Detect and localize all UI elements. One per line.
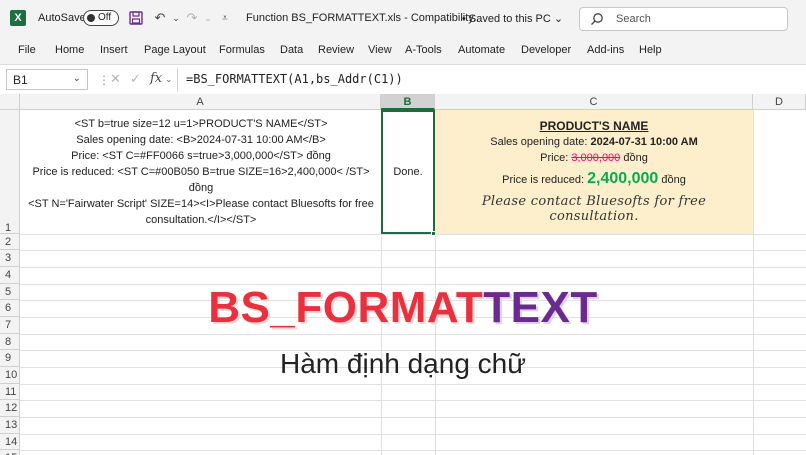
tab-developer[interactable]: Developer xyxy=(521,44,571,56)
date-label: Sales opening date: xyxy=(490,136,591,148)
cell-b1-selected[interactable]: Done. xyxy=(381,110,435,234)
row-header-15[interactable]: 15 xyxy=(0,450,20,455)
worksheet-grid: A B C D 1 2 3 4 5 6 7 8 9 10 11 12 13 14… xyxy=(0,94,806,455)
price-label: Price: xyxy=(540,152,572,164)
cell-a1-line: Sales opening date: <B>2024-07-31 10:00 … xyxy=(76,134,326,146)
row-header-2[interactable]: 2 xyxy=(0,234,20,250)
insert-function-icon[interactable]: fx xyxy=(150,71,162,86)
search-icon xyxy=(591,13,603,25)
banner-title-part2: TEXT xyxy=(483,283,598,332)
cell-a1-line: Price is reduced: <ST C=#00B050 B=true S… xyxy=(32,166,370,194)
tab-formulas[interactable]: Formulas xyxy=(219,44,265,56)
tab-view[interactable]: View xyxy=(368,44,392,56)
gridline xyxy=(20,417,806,418)
tab-file[interactable]: File xyxy=(18,44,36,56)
column-header-a[interactable]: A xyxy=(20,94,381,110)
price-line: Price: 3,000,000 đồng xyxy=(435,152,753,164)
redo-dropdown-icon[interactable]: ⌄ xyxy=(200,10,216,26)
excel-logo-icon: X xyxy=(10,10,26,26)
cell-a1[interactable]: <ST b=true size=12 u=1>PRODUCT'S NAME</S… xyxy=(21,111,381,233)
autosave-label: AutoSave xyxy=(38,12,86,24)
gridline xyxy=(20,250,806,251)
name-box-value: B1 xyxy=(13,73,28,87)
cell-c1[interactable]: PRODUCT'S NAME Sales opening date: 2024-… xyxy=(435,110,753,234)
gridline xyxy=(20,400,806,401)
select-all-corner[interactable] xyxy=(0,94,20,110)
gridline xyxy=(20,267,806,268)
cell-a1-line: <ST N='Fairwater Script' SIZE=14><I>Plea… xyxy=(28,198,374,210)
date-value: 2024-07-31 10:00 AM xyxy=(590,136,698,148)
name-box[interactable]: B1 ⌄ xyxy=(6,69,88,90)
save-icon[interactable] xyxy=(128,10,144,26)
undo-dropdown-icon[interactable]: ⌄ xyxy=(168,10,184,26)
price-new: 2,400,000 xyxy=(587,170,659,187)
gridline xyxy=(20,450,806,451)
customize-qat-icon[interactable]: ⩡ xyxy=(217,10,233,26)
tab-home[interactable]: Home xyxy=(55,44,84,56)
column-header-d[interactable]: D xyxy=(753,94,806,110)
row-header-13[interactable]: 13 xyxy=(0,417,20,434)
autosave-toggle[interactable]: Off xyxy=(83,10,119,26)
row-header-3[interactable]: 3 xyxy=(0,250,20,267)
gridline xyxy=(20,434,806,435)
reduced-label: Price is reduced: xyxy=(502,174,588,186)
enter-check-icon[interactable]: ✓ xyxy=(130,71,141,87)
row-header-1[interactable]: 1 xyxy=(0,110,20,234)
cell-b1-value: Done. xyxy=(393,166,423,178)
column-header-c[interactable]: C xyxy=(435,94,753,110)
banner-subtitle: Hàm định dạng chữ xyxy=(280,348,526,379)
row-header-4[interactable]: 4 xyxy=(0,267,20,284)
reduced-price-line: Price is reduced: 2,400,000 đồng xyxy=(435,170,753,188)
sales-opening-date: Sales opening date: 2024-07-31 10:00 AM xyxy=(435,136,753,148)
price-old: 3,000,000 xyxy=(571,152,621,164)
gridline xyxy=(20,384,806,385)
cancel-icon[interactable]: ✕ xyxy=(110,71,121,87)
search-placeholder: Search xyxy=(616,13,651,25)
tab-automate[interactable]: Automate xyxy=(458,44,505,56)
row-header-11[interactable]: 11 xyxy=(0,384,20,400)
ribbon-tabs: File Home Insert Page Layout Formulas Da… xyxy=(0,36,806,64)
contact-note: Please contact Bluesofts for free consul… xyxy=(481,194,707,224)
tab-help[interactable]: Help xyxy=(639,44,662,56)
toggle-knob-icon xyxy=(87,14,95,22)
formula-divider xyxy=(177,69,178,91)
gridline xyxy=(20,334,806,335)
search-box[interactable]: Search xyxy=(579,7,788,31)
chevron-down-icon[interactable]: ⌄ xyxy=(73,73,81,84)
formula-input[interactable]: =BS_FORMATTEXT(A1,bs_Addr(C1)) xyxy=(186,72,403,86)
toggle-state-label: Off xyxy=(98,12,112,23)
tab-a-tools[interactable]: A-Tools xyxy=(405,44,442,56)
formula-bar: B1 ⌄ ⋮ ✕ ✓ fx ⌄ =BS_FORMATTEXT(A1,bs_Add… xyxy=(0,64,806,94)
title-bar: X AutoSave Off ↶ ⌄ ↷ ⌄ ⩡ Function BS_FOR… xyxy=(0,0,806,36)
tab-data[interactable]: Data xyxy=(280,44,303,56)
currency: đồng xyxy=(620,152,648,164)
banner-title-part1: BS_FORMAT xyxy=(208,283,484,332)
tab-insert[interactable]: Insert xyxy=(100,44,128,56)
tab-review[interactable]: Review xyxy=(318,44,354,56)
currency: đồng xyxy=(658,174,686,186)
product-name-heading: PRODUCT'S NAME xyxy=(539,119,649,133)
cell-a1-line: consultation.</I></ST> xyxy=(145,214,257,226)
banner-title: BS_FORMATTEXT xyxy=(0,283,806,333)
row-header-14[interactable]: 14 xyxy=(0,434,20,450)
cell-a1-line: Price: <ST C=#FF0066 s=true>3,000,000</S… xyxy=(71,150,331,162)
drag-handle-icon[interactable]: ⋮ xyxy=(98,71,110,89)
gridline xyxy=(20,234,806,235)
save-status[interactable]: • Saved to this PC ⌄ xyxy=(462,12,563,25)
tab-add-ins[interactable]: Add-ins xyxy=(587,44,624,56)
redo-icon[interactable]: ↷ xyxy=(184,10,200,26)
row-header-12[interactable]: 12 xyxy=(0,400,20,417)
column-header-b[interactable]: B xyxy=(381,94,435,110)
fx-dropdown-icon[interactable]: ⌄ xyxy=(165,74,173,85)
document-title[interactable]: Function BS_FORMATTEXT.xls - Compatibili… xyxy=(246,12,482,24)
undo-icon[interactable]: ↶ xyxy=(152,10,168,26)
cell-a1-line: <ST b=true size=12 u=1>PRODUCT'S NAME</S… xyxy=(74,118,328,130)
tab-page-layout[interactable]: Page Layout xyxy=(144,44,206,56)
